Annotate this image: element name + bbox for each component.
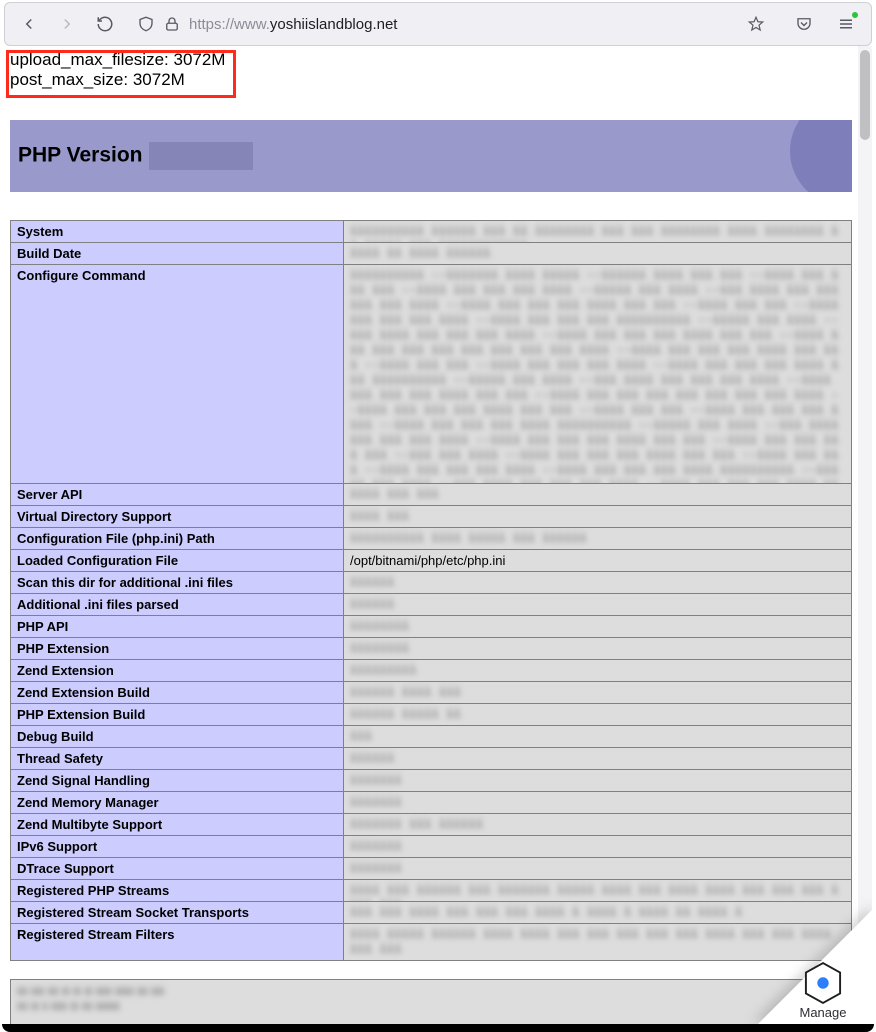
row-key: System bbox=[11, 221, 344, 243]
row-value: iiii ii iiii iiiiii bbox=[344, 243, 852, 265]
row-key: Thread Safety bbox=[11, 748, 344, 770]
back-button[interactable] bbox=[15, 10, 43, 38]
row-value: iii iii iiii iii iii iii iiii i iiii i i… bbox=[344, 902, 852, 924]
table-row: Virtual Directory Supportiiii iii bbox=[11, 506, 852, 528]
table-row: Registered Stream Socket Transportsiii i… bbox=[11, 902, 852, 924]
table-row: PHP APIiiiiiiii bbox=[11, 616, 852, 638]
row-value: iiiiii bbox=[344, 572, 852, 594]
table-row: PHP Extensioniiiiiiii bbox=[11, 638, 852, 660]
lock-icon bbox=[163, 15, 181, 33]
row-key: Configure Command bbox=[11, 265, 344, 484]
table-row: Thread Safetyiiiiii bbox=[11, 748, 852, 770]
manage-label: Manage bbox=[778, 1005, 868, 1020]
row-key: Scan this dir for additional .ini files bbox=[11, 572, 344, 594]
row-value: iiiiiii bbox=[344, 792, 852, 814]
zend-footer-text-redacted: iiii iiiii iiii iii iii iii iiiiii iiiii… bbox=[17, 984, 605, 1018]
row-key: Zend Extension Build bbox=[11, 682, 344, 704]
phpinfo-header: PHP Version bbox=[10, 120, 852, 192]
row-value: iiiiiii bbox=[344, 858, 852, 880]
row-value: iiiiiiii bbox=[344, 638, 852, 660]
shield-icon bbox=[137, 15, 155, 33]
manage-hex-icon bbox=[804, 961, 842, 1005]
row-key: PHP Extension Build bbox=[11, 704, 344, 726]
table-row: Zend Extension Buildiiiiii iiii iii bbox=[11, 682, 852, 704]
row-key: Additional .ini files parsed bbox=[11, 594, 344, 616]
table-row: Configure Commandiiiiiiiiii --iiiiiii ii… bbox=[11, 265, 852, 484]
row-key: Registered Stream Filters bbox=[11, 924, 344, 961]
row-value: /opt/bitnami/php/etc/php.ini bbox=[344, 550, 852, 572]
row-key: PHP Extension bbox=[11, 638, 344, 660]
table-row: Server APIiiii iii iii bbox=[11, 484, 852, 506]
address-bar[interactable]: https://www.yoshiislandblog.net bbox=[129, 10, 779, 38]
manage-badge[interactable]: Manage bbox=[778, 961, 868, 1020]
pocket-icon[interactable] bbox=[789, 9, 819, 39]
table-row: Loaded Configuration File/opt/bitnami/ph… bbox=[11, 550, 852, 572]
table-row: Zend Memory Manageriiiiiii bbox=[11, 792, 852, 814]
table-row: PHP Extension Buildiiiiii iiiii ii bbox=[11, 704, 852, 726]
row-value: iiiiiiiiii iiii iiiii iii iiiiii bbox=[344, 528, 852, 550]
row-value: iiiiiiiiii --iiiiiii iiii iiiii --iiiiii… bbox=[344, 265, 852, 484]
row-key: Loaded Configuration File bbox=[11, 550, 344, 572]
post-max-size-line: post_max_size: 3072M bbox=[10, 70, 852, 90]
row-value: iiiiiiii bbox=[344, 616, 852, 638]
row-value: iiii iii iiiiii iii iiiiiii iiiii iiii i… bbox=[344, 880, 852, 902]
row-value: iiiiiiiii bbox=[344, 660, 852, 682]
row-key: Configuration File (php.ini) Path bbox=[11, 528, 344, 550]
table-row: Zend Multibyte Supportiiiiiii iii iiiiii bbox=[11, 814, 852, 836]
table-row: Additional .ini files parsediiiiii bbox=[11, 594, 852, 616]
row-value: iiiiii iiii iii bbox=[344, 682, 852, 704]
url-text: https://www.yoshiislandblog.net bbox=[189, 16, 397, 33]
table-row: Configuration File (php.ini) Pathiiiiiii… bbox=[11, 528, 852, 550]
row-key: Zend Memory Manager bbox=[11, 792, 344, 814]
row-value: iii bbox=[344, 726, 852, 748]
row-key: Build Date bbox=[11, 243, 344, 265]
ini-output: upload_max_filesize: 3072M post_max_size… bbox=[4, 46, 858, 92]
table-row: Zend Extensioniiiiiiiii bbox=[11, 660, 852, 682]
table-row: Zend Signal Handlingiiiiiii bbox=[11, 770, 852, 792]
row-value: iiiiiii bbox=[344, 836, 852, 858]
row-key: PHP API bbox=[11, 616, 344, 638]
row-key: Virtual Directory Support bbox=[11, 506, 344, 528]
table-row: Debug Buildiii bbox=[11, 726, 852, 748]
row-key: Server API bbox=[11, 484, 344, 506]
php-version-redacted bbox=[149, 142, 253, 170]
phpinfo-table: Systemiiiiiiiiii iiiiii iii ii iiiiiiii … bbox=[10, 220, 852, 961]
table-row: Systemiiiiiiiiii iiiiii iii ii iiiiiiii … bbox=[11, 221, 852, 243]
table-row: Registered PHP Streamsiiii iii iiiiii ii… bbox=[11, 880, 852, 902]
row-key: Zend Multibyte Support bbox=[11, 814, 344, 836]
row-value: iiiiiii iii iiiiii bbox=[344, 814, 852, 836]
row-key: DTrace Support bbox=[11, 858, 344, 880]
scrollbar-thumb[interactable] bbox=[860, 50, 870, 140]
bookmark-star-icon[interactable] bbox=[741, 9, 771, 39]
row-value: iiii iii bbox=[344, 506, 852, 528]
table-row: DTrace Supportiiiiiii bbox=[11, 858, 852, 880]
row-key: Debug Build bbox=[11, 726, 344, 748]
reload-button[interactable] bbox=[91, 10, 119, 38]
table-row: IPv6 Supportiiiiiii bbox=[11, 836, 852, 858]
row-value: iiiiii bbox=[344, 594, 852, 616]
table-row: Build Dateiiii ii iiii iiiiii bbox=[11, 243, 852, 265]
forward-button[interactable] bbox=[53, 10, 81, 38]
upload-max-filesize-line: upload_max_filesize: 3072M bbox=[10, 50, 852, 70]
row-value: iiiiiiiiii iiiiii iii ii iiiiiiii iii ii… bbox=[344, 221, 852, 243]
phpinfo-section: PHP Version Systemiiiiiiiiii iiiiii iii … bbox=[4, 92, 858, 1024]
row-value: iiiiiii bbox=[344, 770, 852, 792]
phpinfo-footer-box: iiii iiiii iiii iii iii iii iiiiii iiiii… bbox=[10, 979, 852, 1024]
row-value: iiii iii iii bbox=[344, 484, 852, 506]
row-key: IPv6 Support bbox=[11, 836, 344, 858]
row-value: iiiiii bbox=[344, 748, 852, 770]
row-key: Zend Extension bbox=[11, 660, 344, 682]
page-viewport: upload_max_filesize: 3072M post_max_size… bbox=[4, 46, 872, 1024]
table-row: Registered Stream Filtersiiii iiiii iiii… bbox=[11, 924, 852, 961]
table-row: Scan this dir for additional .ini filesi… bbox=[11, 572, 852, 594]
row-value: iiiiii iiiii ii bbox=[344, 704, 852, 726]
row-value: iiii iiiii iiiiii iiii iiii iii iii iii … bbox=[344, 924, 852, 961]
row-key: Zend Signal Handling bbox=[11, 770, 344, 792]
row-key: Registered PHP Streams bbox=[11, 880, 344, 902]
app-menu-button[interactable] bbox=[831, 9, 861, 39]
row-key: Registered Stream Socket Transports bbox=[11, 902, 344, 924]
scrollbar-track[interactable] bbox=[858, 46, 872, 1024]
browser-toolbar: https://www.yoshiislandblog.net bbox=[4, 2, 872, 46]
phpinfo-title: PHP Version bbox=[18, 142, 253, 170]
